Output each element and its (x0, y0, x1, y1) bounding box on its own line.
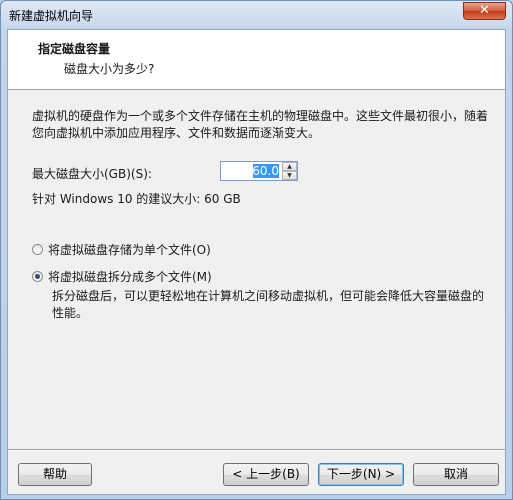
footer-separator (8, 449, 505, 451)
back-button[interactable]: < 上一步(B) (223, 463, 309, 486)
disk-size-spinbox[interactable]: ▲ ▼ (220, 161, 298, 181)
next-button[interactable]: 下一步(N) > (318, 463, 404, 486)
arrow-up-icon: ▲ (287, 163, 292, 170)
disk-size-input[interactable] (223, 164, 279, 178)
help-button[interactable]: 帮助 (18, 463, 92, 486)
wizard-window: 新建虚拟机向导 ✕ 指定磁盘容量 磁盘大小为多少? 虚拟机的硬盘作为一个或多个文… (0, 0, 513, 500)
title-bar[interactable]: 新建虚拟机向导 ✕ (1, 1, 512, 29)
close-button[interactable]: ✕ (463, 2, 506, 20)
spin-up-button[interactable]: ▲ (282, 162, 297, 171)
split-description: 拆分磁盘后，可以更轻松地在计算机之间移动虚拟机，但可能会降低大容量磁盘的性能。 (52, 289, 485, 320)
radio-split-files[interactable]: 将虚拟磁盘拆分成多个文件(M) (32, 268, 212, 285)
radio-single-file[interactable]: 将虚拟磁盘存储为单个文件(O) (32, 241, 211, 258)
spin-down-button[interactable]: ▼ (282, 171, 297, 180)
arrow-down-icon: ▼ (287, 172, 292, 179)
wizard-client-area: 指定磁盘容量 磁盘大小为多少? 虚拟机的硬盘作为一个或多个文件存储在主机的物理磁… (7, 29, 506, 495)
window-title: 新建虚拟机向导 (9, 9, 94, 23)
radio-button-single[interactable] (32, 244, 43, 255)
disk-size-label: 最大磁盘大小(GB)(S): (32, 167, 152, 181)
description-text: 虚拟机的硬盘作为一个或多个文件存储在主机的物理磁盘中。这些文件最初很小，随着您向… (32, 109, 489, 140)
page-title: 指定磁盘容量 (38, 42, 111, 56)
radio-button-split[interactable] (32, 271, 43, 282)
spin-buttons: ▲ ▼ (282, 162, 297, 180)
page-subtitle: 磁盘大小为多少? (64, 62, 155, 76)
cancel-button[interactable]: 取消 (413, 463, 499, 486)
recommended-size-text: 针对 Windows 10 的建议大小: 60 GB (32, 192, 241, 206)
wizard-header: 指定磁盘容量 磁盘大小为多少? (8, 30, 505, 90)
radio-single-label[interactable]: 将虚拟磁盘存储为单个文件(O) (48, 241, 211, 258)
radio-split-label[interactable]: 将虚拟磁盘拆分成多个文件(M) (48, 268, 212, 285)
close-icon: ✕ (479, 3, 490, 18)
